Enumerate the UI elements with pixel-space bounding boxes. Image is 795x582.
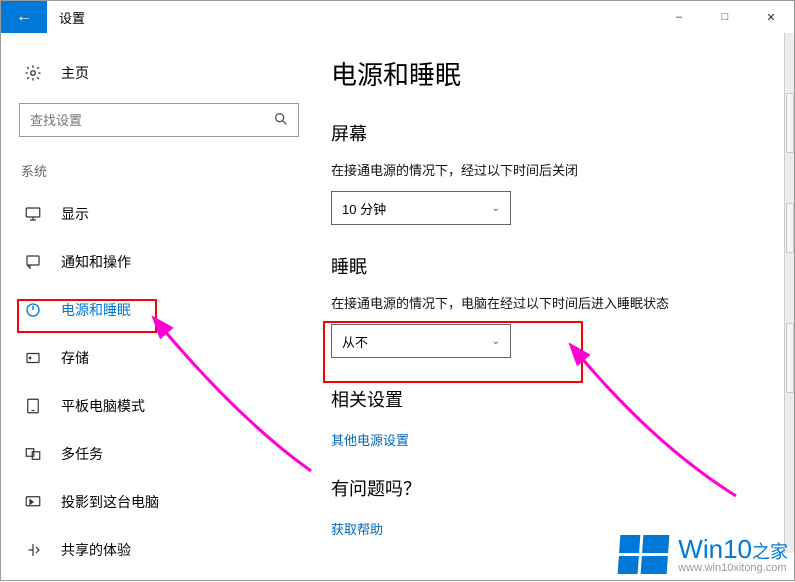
project-icon bbox=[23, 492, 43, 512]
minimize-icon: ‒ bbox=[676, 11, 682, 23]
watermark: Win10之家 www.win10xitong.com bbox=[619, 535, 788, 574]
maximize-icon: □ bbox=[722, 11, 729, 23]
related-settings-link[interactable]: 其他电源设置 bbox=[331, 430, 409, 449]
home-label: 主页 bbox=[61, 63, 89, 83]
watermark-brand-sub: 之家 bbox=[752, 542, 788, 562]
close-button[interactable]: ✕ bbox=[748, 1, 794, 33]
screen-desc: 在接通电源的情况下，经过以下时间后关闭 bbox=[331, 160, 774, 179]
multitask-icon bbox=[23, 444, 43, 464]
sidebar-item-label: 通知和操作 bbox=[61, 252, 131, 272]
screen-timeout-dropdown[interactable]: 10 分钟 ⌄ bbox=[331, 191, 511, 225]
section-screen-heading: 屏幕 bbox=[331, 120, 774, 146]
sidebar: 主页 系统 显示 通知和操作 bbox=[1, 33, 331, 582]
share-icon bbox=[23, 540, 43, 560]
sleep-desc: 在接通电源的情况下，电脑在经过以下时间后进入睡眠状态 bbox=[331, 293, 774, 312]
sidebar-item-power-sleep[interactable]: 电源和睡眠 bbox=[19, 286, 313, 334]
sidebar-item-label: 共享的体验 bbox=[61, 540, 131, 560]
sidebar-item-shared-experiences[interactable]: 共享的体验 bbox=[19, 526, 313, 574]
sidebar-item-tablet-mode[interactable]: 平板电脑模式 bbox=[19, 382, 313, 430]
storage-icon bbox=[23, 348, 43, 368]
sidebar-item-label: 电源和睡眠 bbox=[61, 300, 131, 320]
sidebar-item-storage[interactable]: 存储 bbox=[19, 334, 313, 382]
gear-icon bbox=[23, 63, 43, 83]
window-title: 设置 bbox=[47, 1, 97, 33]
sleep-timeout-value: 从不 bbox=[342, 332, 368, 351]
chevron-down-icon: ⌄ bbox=[492, 336, 500, 347]
section-sleep-heading: 睡眠 bbox=[331, 253, 774, 279]
sidebar-home[interactable]: 主页 bbox=[19, 53, 313, 93]
sidebar-item-notifications[interactable]: 通知和操作 bbox=[19, 238, 313, 286]
main-panel: 电源和睡眠 屏幕 在接通电源的情况下，经过以下时间后关闭 10 分钟 ⌄ 睡眠 … bbox=[331, 33, 794, 582]
watermark-text: Win10之家 www.win10xitong.com bbox=[678, 536, 788, 574]
window-controls: ‒ □ ✕ bbox=[656, 1, 794, 33]
search-icon bbox=[273, 111, 289, 130]
monitor-icon bbox=[23, 204, 43, 224]
titlebar-spacer bbox=[97, 1, 656, 33]
arrow-left-icon: ← bbox=[16, 8, 32, 26]
section-related-heading: 相关设置 bbox=[331, 386, 774, 412]
chevron-down-icon: ⌄ bbox=[492, 203, 500, 214]
sidebar-item-label: 显示 bbox=[61, 204, 89, 224]
screen-timeout-value: 10 分钟 bbox=[342, 199, 386, 218]
minimize-button[interactable]: ‒ bbox=[656, 1, 702, 33]
page-title: 电源和睡眠 bbox=[331, 55, 774, 92]
sidebar-group-label: 系统 bbox=[21, 161, 313, 180]
tablet-icon bbox=[23, 396, 43, 416]
content-area: 主页 系统 显示 通知和操作 bbox=[1, 33, 794, 582]
close-icon: ✕ bbox=[766, 11, 775, 24]
sidebar-item-label: 存储 bbox=[61, 348, 89, 368]
sleep-timeout-dropdown[interactable]: 从不 ⌄ bbox=[331, 324, 511, 358]
sidebar-item-projecting[interactable]: 投影到这台电脑 bbox=[19, 478, 313, 526]
sidebar-item-label: 多任务 bbox=[61, 444, 103, 464]
sidebar-item-display[interactable]: 显示 bbox=[19, 190, 313, 238]
watermark-url: www.win10xitong.com bbox=[678, 562, 788, 574]
search-input[interactable] bbox=[19, 103, 299, 137]
maximize-button[interactable]: □ bbox=[702, 1, 748, 33]
right-edge-strip bbox=[784, 33, 794, 553]
section-help-heading: 有问题吗？ bbox=[331, 475, 774, 501]
sidebar-item-multitask[interactable]: 多任务 bbox=[19, 430, 313, 478]
notification-icon bbox=[23, 252, 43, 272]
windows-logo-icon bbox=[618, 535, 670, 574]
power-icon bbox=[23, 300, 43, 320]
sidebar-item-label: 平板电脑模式 bbox=[61, 396, 145, 416]
get-help-link[interactable]: 获取帮助 bbox=[331, 519, 383, 538]
search-wrap bbox=[19, 103, 313, 137]
sidebar-item-label: 投影到这台电脑 bbox=[61, 492, 159, 512]
watermark-brand: Win10 bbox=[678, 534, 752, 564]
titlebar: ← 设置 ‒ □ ✕ bbox=[1, 1, 794, 33]
back-button[interactable]: ← bbox=[1, 1, 47, 33]
